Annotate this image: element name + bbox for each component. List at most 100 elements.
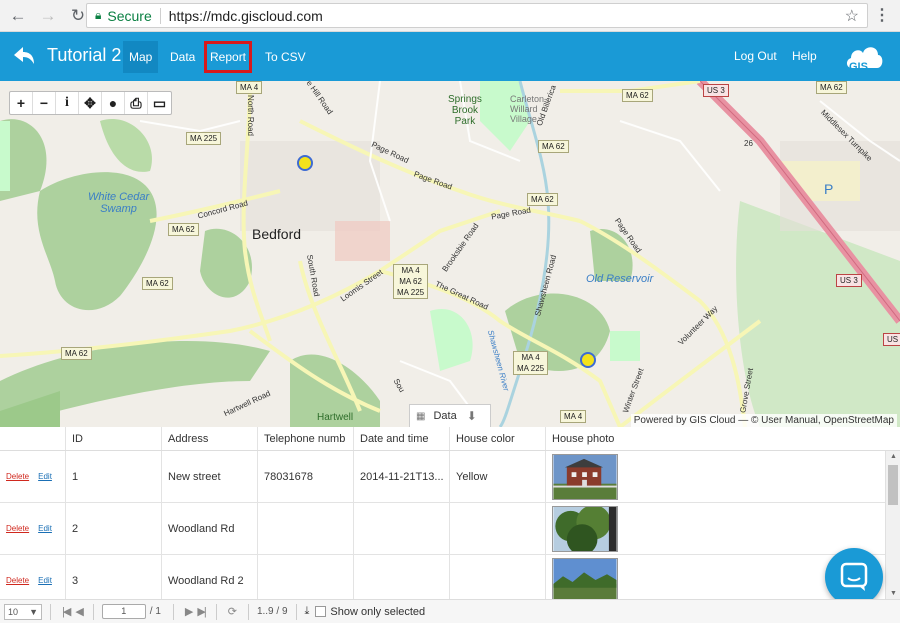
row-actions: Delete Edit — [0, 555, 66, 599]
pager-divider — [172, 603, 174, 620]
shield-us3-edge: US — [883, 333, 900, 346]
col-id-header[interactable]: ID — [66, 427, 162, 450]
grid-scrollbar[interactable]: ▲ ▼ — [885, 451, 900, 599]
shield-ma225-left: MA 225 — [186, 132, 222, 145]
feature-marker-2[interactable] — [580, 352, 596, 368]
cell-house-color: Yellow — [450, 451, 546, 502]
parking-icon: P — [824, 181, 834, 197]
show-selected-label: Show only selected — [330, 605, 426, 618]
scroll-down-icon[interactable]: ▼ — [890, 590, 897, 597]
project-title: Tutorial 2 — [47, 45, 122, 65]
feature-marker-1[interactable] — [297, 155, 313, 171]
place-springs-brook-park: Springs Brook Park — [448, 94, 482, 127]
pan-icon[interactable]: ✥ — [79, 92, 102, 114]
pager-divider — [50, 603, 51, 620]
cell-house-photo — [546, 451, 885, 502]
scroll-up-icon[interactable]: ▲ — [890, 453, 897, 460]
grid-header: ID Address Telephone numb Date and time … — [0, 427, 885, 451]
page-size-select[interactable]: 10 ▼ — [4, 603, 42, 620]
cell-address: Woodland Rd — [162, 503, 258, 554]
cell-house-photo — [546, 503, 885, 554]
shield-ma4-ma225: MA 4 MA 225 — [513, 351, 549, 375]
current-page-input[interactable]: 1 — [101, 604, 146, 619]
cell-datetime: 2014-11-21T13... — [354, 451, 450, 502]
scroll-thumb[interactable] — [888, 465, 898, 505]
layers-icon[interactable]: ▭ — [148, 92, 171, 114]
col-house-photo-header[interactable]: House photo — [546, 427, 885, 450]
tab-map[interactable]: Map — [123, 41, 159, 73]
house-photo-thumbnail[interactable] — [552, 557, 618, 600]
row-actions: Delete Edit — [0, 503, 66, 554]
pager-divider — [247, 603, 249, 620]
lock-icon: 🔒︎ — [95, 8, 102, 22]
forward-icon[interactable]: → — [36, 4, 60, 28]
shield-us3-top: US 3 — [703, 84, 729, 97]
pager-divider — [92, 603, 94, 620]
pager-divider — [215, 603, 217, 620]
shield-ma62-top-right: MA 62 — [622, 89, 653, 102]
address-bar[interactable]: 🔒︎ Secure https://mdc.giscloud.com ☆ — [86, 3, 868, 28]
data-panel-toggle[interactable]: ▦ Data ⬇ — [409, 404, 491, 427]
url-text: https://mdc.giscloud.com — [168, 7, 323, 24]
bookmark-star-icon[interactable]: ☆ — [845, 6, 859, 26]
col-datetime-header[interactable]: Date and time — [354, 427, 450, 450]
globe-icon[interactable]: ● — [102, 92, 125, 114]
col-house-color-header[interactable]: House color — [450, 427, 546, 450]
edit-link[interactable]: Edit — [38, 524, 52, 533]
help-link[interactable]: Help — [792, 49, 817, 63]
shield-ma62-left3: MA 62 — [61, 347, 92, 360]
chat-button[interactable] — [825, 548, 883, 606]
show-selected-checkbox[interactable] — [315, 606, 327, 617]
cell-telephone — [258, 503, 354, 554]
pager-divider — [295, 603, 297, 620]
download-icon[interactable]: ⬇ — [467, 409, 477, 423]
logo-text: GIS — [849, 61, 868, 73]
grid-pager: 10 ▼ |◀ ◀ 1 / 1 ▶ ▶| ⟳ 1..9 / 9 ⤓ Show o… — [0, 599, 900, 623]
road-north-road: North Road — [245, 95, 255, 136]
table-row[interactable]: Delete Edit 3 Woodland Rd 2 — [0, 555, 885, 599]
col-address-header[interactable]: Address — [162, 427, 258, 450]
tab-data[interactable]: Data — [164, 41, 201, 73]
row-actions: Delete Edit — [0, 451, 66, 502]
zoom-out-icon[interactable]: − — [33, 92, 56, 114]
prev-page-icon[interactable]: ◀ — [75, 605, 84, 618]
secure-label: Secure — [107, 7, 152, 24]
table-row[interactable]: Delete Edit 1 New street 78031678 2014-1… — [0, 451, 885, 503]
omnibox-divider — [159, 7, 161, 24]
col-telephone-header[interactable]: Telephone numb — [258, 427, 354, 450]
shield-ma62-left2: MA 62 — [142, 277, 173, 290]
house-photo-thumbnail[interactable] — [552, 505, 618, 552]
delete-link[interactable]: Delete — [6, 524, 29, 533]
delete-link[interactable]: Delete — [6, 472, 29, 481]
refresh-icon[interactable]: ⟳ — [228, 605, 237, 618]
edit-link[interactable]: Edit — [38, 472, 52, 481]
delete-link[interactable]: Delete — [6, 576, 29, 585]
zoom-in-icon[interactable]: + — [10, 92, 33, 114]
chat-icon — [840, 562, 868, 591]
next-page-icon[interactable]: ▶ — [185, 605, 194, 618]
print-icon[interactable]: ⎙ — [125, 92, 148, 114]
browser-menu-icon[interactable]: ⋮ — [874, 5, 890, 25]
table-row[interactable]: Delete Edit 2 Woodland Rd — [0, 503, 885, 555]
shield-ma62-left1: MA 62 — [168, 223, 199, 236]
col-actions-header — [0, 427, 66, 450]
tab-report[interactable]: Report — [204, 41, 253, 73]
info-icon[interactable]: i — [56, 92, 79, 114]
data-toggle-label: Data — [433, 410, 457, 422]
export-download-icon[interactable]: ⤓ — [305, 605, 310, 618]
data-grid: ID Address Telephone numb Date and time … — [0, 427, 885, 599]
tab-to-csv[interactable]: To CSV — [259, 41, 312, 73]
logout-link[interactable]: Log Out — [734, 49, 777, 63]
house-photo-thumbnail[interactable] — [552, 453, 618, 500]
gis-cloud-logo: GIS — [846, 47, 883, 73]
chevron-down-icon: ▼ — [29, 606, 38, 617]
first-page-icon[interactable]: |◀ — [62, 605, 71, 618]
edit-link[interactable]: Edit — [38, 576, 52, 585]
cell-datetime — [354, 503, 450, 554]
back-icon[interactable]: ← — [6, 4, 30, 28]
map-view[interactable]: + − i ✥ ● ⎙ ▭ Bedford White Cedar Swamp … — [0, 81, 900, 427]
map-toolbar: + − i ✥ ● ⎙ ▭ — [9, 91, 172, 115]
back-arrow-icon[interactable] — [10, 42, 38, 70]
last-page-icon[interactable]: ▶| — [197, 605, 206, 618]
shield-ma62-far-right: MA 62 — [816, 81, 847, 94]
